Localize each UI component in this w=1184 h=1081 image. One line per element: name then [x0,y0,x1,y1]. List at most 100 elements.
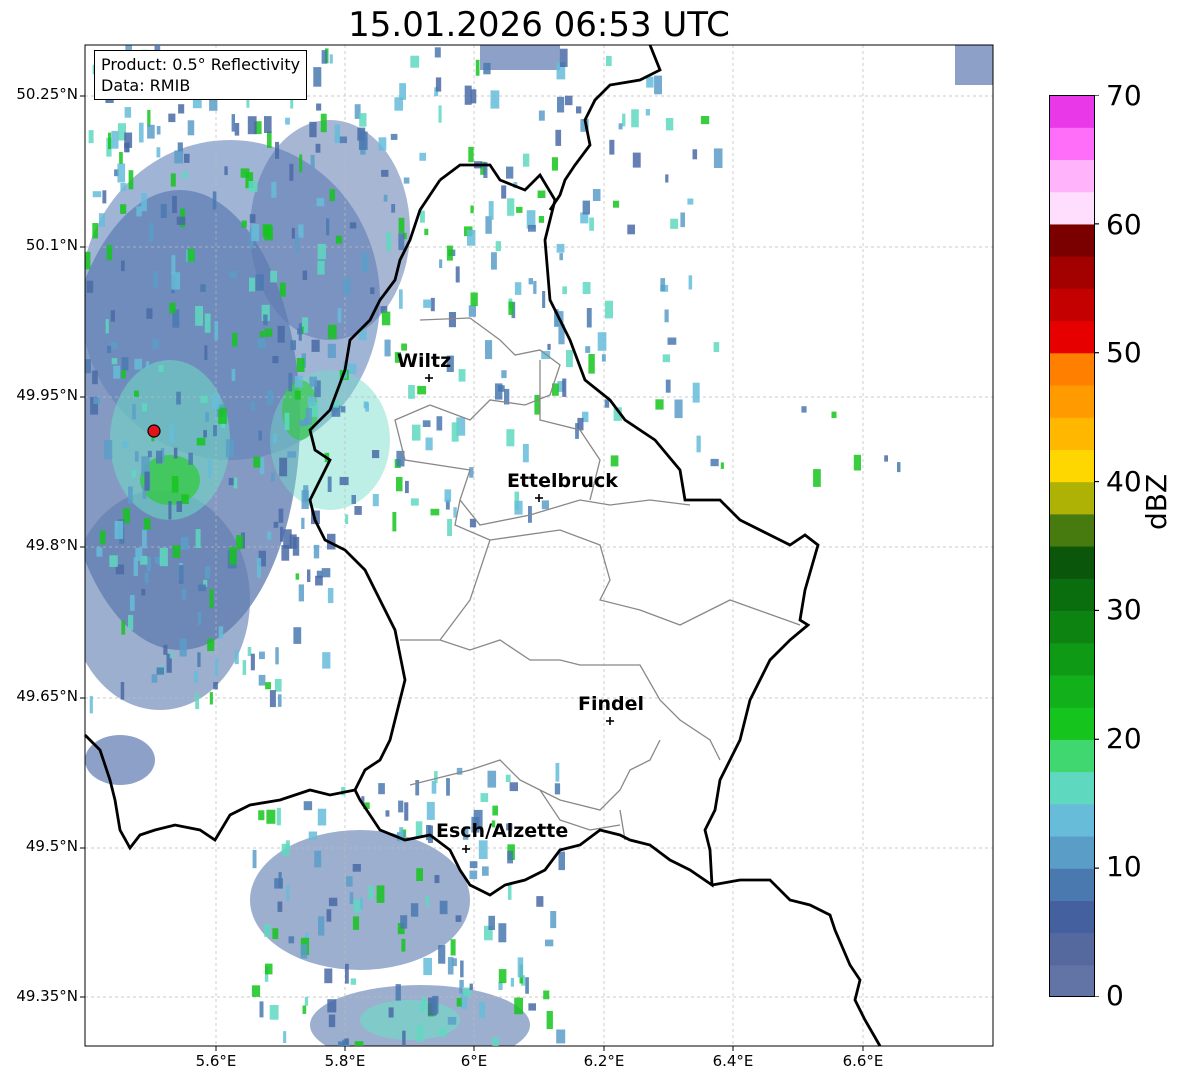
radar-echo-cell [275,647,279,665]
radar-echo-cell [665,379,671,393]
radar-echo-cell [665,118,674,131]
radar-echo-cell [543,990,550,1000]
radar-echo-cell [288,936,295,944]
radar-echo-cell [111,358,118,365]
radar-echo-cell [492,1037,499,1046]
radar-echo-cell [376,885,385,903]
radar-echo-cell [506,429,515,447]
radar-echo-cell [483,62,491,75]
radar-echo-cell [106,244,113,261]
radar-echo-cell [284,412,290,431]
radar-echo-cell [133,557,138,576]
radar-echo-cell [368,886,374,900]
radar-echo-cell [160,204,167,218]
radar-echo-cell [422,420,431,427]
radar-echo-cell [198,584,206,592]
radar-echo-cell [128,614,134,631]
radar-echo-cell [178,565,184,584]
radar-echo-cell [209,692,213,705]
radar-echo-cell [294,390,301,400]
radar-echo-cell [211,394,220,410]
radar-echo-cell [187,248,195,262]
radar-echo-cell [204,345,208,360]
radar-echo-cell [86,280,94,293]
radar-echo-cell [328,897,338,907]
radar-echo-cell [386,232,392,252]
radar-echo-cell [352,916,360,930]
radar-echo-cell [528,1003,536,1011]
radar-echo-cell [313,67,322,87]
radar-echo-cell [480,793,489,802]
radar-echo-cell [327,343,336,358]
radar-echo-cell [197,652,201,667]
radar-echo-cell [92,223,98,239]
radar-echo-cell [124,143,130,153]
radar-echo-cell [555,762,560,782]
radar-echo-cell [329,54,333,64]
radar-echo-cell [468,146,474,163]
radar-echo-cell [279,457,288,477]
radar-echo-cell [430,508,440,516]
radar-echo-cell [229,547,237,565]
radar-echo-cell [501,185,507,199]
radar-echo-cell [121,369,126,379]
radar-echo-cell [696,435,701,453]
radar-echo-cell [505,774,511,783]
radar-echo-cell [610,455,619,467]
colorbar-segment [1049,288,1095,322]
radar-echo-cell [353,899,361,914]
radar-echo-cell [259,457,265,475]
radar-echo-cell [313,544,320,559]
radar-echo-cell [147,450,152,458]
radar-echo-cell [264,924,271,937]
radar-echo-cell [327,324,337,339]
radar-echo-cell [853,454,861,471]
radar-echo-cell [339,476,349,486]
radar-echo-cell [541,500,549,510]
radar-echo-cell [122,441,129,448]
radar-echo-cell [195,693,200,710]
radar-echo-cell [337,308,342,323]
colorbar-segment [1049,546,1095,579]
lat-label: 49.35°N [16,987,78,1005]
radar-echo-cell [378,783,385,795]
radar-echo-cell [134,358,143,370]
radar-echo-cell [310,154,315,168]
radar-echo-cell [131,469,136,478]
radar-echo-cell [345,514,349,524]
radar-echo-cell [283,1031,287,1043]
radar-echo-cell [564,95,573,106]
radar-echo-cell [592,189,601,201]
radar-echo-cell [172,195,177,213]
colorbar-segment [1049,932,1095,966]
radar-echo-cell [316,103,322,111]
radar-echo-cell [451,422,459,442]
radar-echo-cell [395,984,401,1001]
colorbar-segment [1049,223,1095,257]
radar-echo-cell [388,1007,394,1018]
radar-echo-cell [169,652,174,659]
radar-echo-cell [514,997,523,1015]
radar-echo-cell [334,124,340,144]
radar-echo-cell [151,432,155,442]
radar-echo-cell [410,903,419,917]
radar-echo-cell [295,573,300,580]
radar-echo-cell [680,212,685,228]
radar-echo-cell [446,245,453,261]
radar-echo-cell [426,801,435,820]
radar-echo-cell [141,589,146,596]
radar-echo-cell [259,1001,264,1018]
colorbar-tick: 0 [1106,979,1124,1012]
colorbar-segment [1049,384,1095,418]
radar-echo-cell [207,459,212,479]
radar-echo-cell [132,404,136,420]
radar-echo-cell [156,147,161,158]
radar-echo-cell [646,76,654,88]
radar-echo-cell [129,595,135,611]
radar-echo-cell [654,75,662,95]
lon-label: 5.8°E [324,1052,366,1070]
radar-echo-cell [120,682,125,700]
radar-echo-cell [272,356,279,364]
radar-echo-cell [169,302,176,314]
radar-echo-cell [363,401,368,409]
